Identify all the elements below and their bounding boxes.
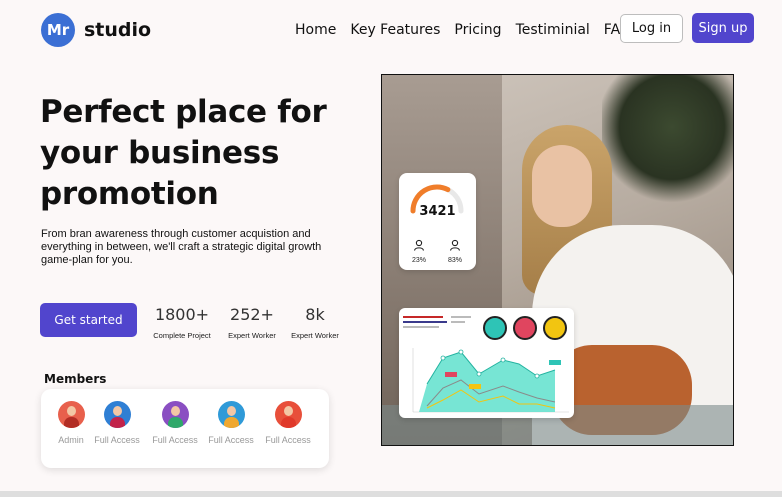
stat-label: Expert Worker [291,331,339,340]
avatar [103,401,131,428]
photo-plant [602,75,733,205]
members-title: Members [44,372,107,386]
hero-subtitle: From bran awareness through customer acq… [41,228,322,266]
logo-text: studio [84,19,152,41]
table-line [403,326,439,328]
avatar [274,401,302,428]
avatar [57,401,85,428]
table-line [451,321,465,323]
table-line [451,316,471,318]
gauge-mini-stat: 83% [440,238,470,264]
member-item[interactable]: Full Access [201,401,261,445]
chart-tag-red [445,372,457,377]
status-circle-teal [483,316,507,340]
member-item[interactable]: Full Access [87,401,147,445]
member-item[interactable]: Full Access [145,401,205,445]
mini-stat-value: 23% [411,257,426,264]
nav-testimonial[interactable]: Testiminial [516,22,590,38]
members-card: Admin Full Access Full Access Full Acces… [41,389,329,468]
main-nav: Home Key Features Pricing Testiminial FA… [295,22,645,38]
nav-key-features[interactable]: Key Features [350,22,440,38]
chart-area [419,352,555,412]
member-item[interactable]: Full Access [258,401,318,445]
status-circle-yellow [543,316,567,340]
nav-home[interactable]: Home [295,22,336,38]
stat-value: 252+ [230,305,274,324]
stat-expert-workers-2: 8k Expert Worker [287,305,343,340]
status-circle-red [513,316,537,340]
chart-tag-teal [549,360,561,365]
chart-tag-yellow [469,384,481,389]
analytics-chart-illustration [403,316,569,413]
avatar [217,401,245,428]
signup-button[interactable]: Sign up [692,13,754,43]
photo-face [532,145,592,227]
member-role: Full Access [152,435,198,445]
member-role: Full Access [208,435,254,445]
gauge-card: 3421 23% 83% [399,173,476,270]
hero-title: Perfect place for your business promotio… [40,94,327,212]
stat-expert-workers: 252+ Expert Worker [224,305,280,340]
gauge-mini-stat: 23% [404,238,434,264]
nav-pricing[interactable]: Pricing [454,22,501,38]
member-role: Full Access [94,435,140,445]
stat-value: 8k [305,305,325,324]
stat-label: Complete Project [153,331,211,340]
gauge-value: 3421 [419,204,456,219]
avatar [161,401,189,428]
analytics-chart-card [399,308,574,418]
logo-badge: Mr [41,13,75,47]
login-button[interactable]: Log in [620,14,683,43]
logo[interactable]: Mr studio [41,13,151,47]
get-started-button[interactable]: Get started [40,303,137,337]
user-icon [413,239,425,251]
stat-value: 1800+ [154,305,210,324]
table-line [403,321,447,323]
footer-bar [0,491,782,497]
user-icon [449,239,461,251]
member-role: Full Access [265,435,311,445]
mini-stat-value: 83% [447,257,462,264]
table-line [403,316,443,318]
stat-projects: 1800+ Complete Project [152,305,212,340]
stat-label: Expert Worker [228,331,276,340]
